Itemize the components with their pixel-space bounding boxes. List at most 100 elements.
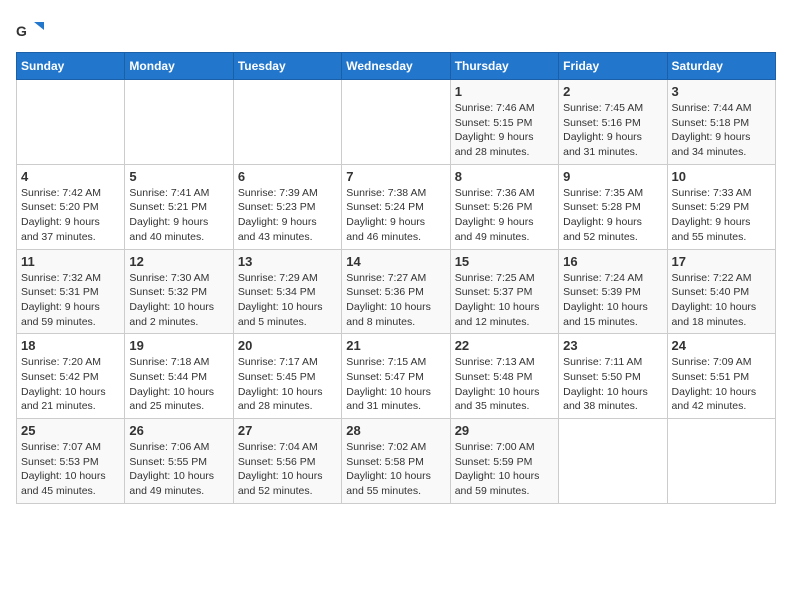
header-day-thursday: Thursday [450, 53, 558, 80]
calendar-cell: 27 Sunrise: 7:04 AM Sunset: 5:56 PM Dayli… [233, 419, 341, 504]
day-number: 17 [672, 254, 771, 269]
logo: G [16, 16, 52, 44]
header-day-friday: Friday [559, 53, 667, 80]
day-info: Sunrise: 7:02 AM Sunset: 5:58 PM Dayligh… [346, 440, 445, 499]
calendar-cell [233, 80, 341, 165]
calendar-cell: 9 Sunrise: 7:35 AM Sunset: 5:28 PM Daylig… [559, 164, 667, 249]
calendar-cell: 17 Sunrise: 7:22 AM Sunset: 5:40 PM Dayli… [667, 249, 775, 334]
calendar-cell: 1Sunrise: 7:46 AM Sunset: 5:15 PM Daylig… [450, 80, 558, 165]
day-number: 9 [563, 169, 662, 184]
header-day-monday: Monday [125, 53, 233, 80]
calendar-cell: 5 Sunrise: 7:41 AM Sunset: 5:21 PM Daylig… [125, 164, 233, 249]
day-number: 16 [563, 254, 662, 269]
day-number: 19 [129, 338, 228, 353]
calendar-cell: 24 Sunrise: 7:09 AM Sunset: 5:51 PM Dayli… [667, 334, 775, 419]
calendar-cell: 26 Sunrise: 7:06 AM Sunset: 5:55 PM Dayli… [125, 419, 233, 504]
calendar-cell: 29Sunrise: 7:00 AM Sunset: 5:59 PM Dayli… [450, 419, 558, 504]
day-number: 5 [129, 169, 228, 184]
calendar-cell: 10 Sunrise: 7:33 AM Sunset: 5:29 PM Dayli… [667, 164, 775, 249]
day-number: 7 [346, 169, 445, 184]
day-number: 26 [129, 423, 228, 438]
calendar-week-row: 11 Sunrise: 7:32 AM Sunset: 5:31 PM Dayli… [17, 249, 776, 334]
day-info: Sunrise: 7:11 AM Sunset: 5:50 PM Dayligh… [563, 355, 662, 414]
calendar-cell: 4Sunrise: 7:42 AM Sunset: 5:20 PM Daylig… [17, 164, 125, 249]
day-info: Sunrise: 7:35 AM Sunset: 5:28 PM Dayligh… [563, 186, 662, 245]
header-day-saturday: Saturday [667, 53, 775, 80]
calendar-cell: 25 Sunrise: 7:07 AM Sunset: 5:53 PM Dayli… [17, 419, 125, 504]
day-info: Sunrise: 7:06 AM Sunset: 5:55 PM Dayligh… [129, 440, 228, 499]
day-info: Sunrise: 7:09 AM Sunset: 5:51 PM Dayligh… [672, 355, 771, 414]
calendar-week-row: 18 Sunrise: 7:20 AM Sunset: 5:42 PM Dayli… [17, 334, 776, 419]
day-info: Sunrise: 7:41 AM Sunset: 5:21 PM Dayligh… [129, 186, 228, 245]
calendar-cell [17, 80, 125, 165]
calendar-cell: 7Sunrise: 7:38 AM Sunset: 5:24 PM Daylig… [342, 164, 450, 249]
header-day-wednesday: Wednesday [342, 53, 450, 80]
calendar-table: SundayMondayTuesdayWednesdayThursdayFrid… [16, 52, 776, 504]
calendar-cell: 18 Sunrise: 7:20 AM Sunset: 5:42 PM Dayli… [17, 334, 125, 419]
calendar-cell [125, 80, 233, 165]
day-info: Sunrise: 7:04 AM Sunset: 5:56 PM Dayligh… [238, 440, 337, 499]
day-number: 6 [238, 169, 337, 184]
calendar-cell [559, 419, 667, 504]
header-day-tuesday: Tuesday [233, 53, 341, 80]
day-info: Sunrise: 7:07 AM Sunset: 5:53 PM Dayligh… [21, 440, 120, 499]
calendar-cell: 21 Sunrise: 7:15 AM Sunset: 5:47 PM Dayli… [342, 334, 450, 419]
day-number: 24 [672, 338, 771, 353]
day-number: 22 [455, 338, 554, 353]
calendar-cell: 11 Sunrise: 7:32 AM Sunset: 5:31 PM Dayli… [17, 249, 125, 334]
calendar-cell: 14 Sunrise: 7:27 AM Sunset: 5:36 PM Dayli… [342, 249, 450, 334]
day-number: 4 [21, 169, 120, 184]
day-info: Sunrise: 7:22 AM Sunset: 5:40 PM Dayligh… [672, 271, 771, 330]
calendar-cell: 6 Sunrise: 7:39 AM Sunset: 5:23 PM Daylig… [233, 164, 341, 249]
day-info: Sunrise: 7:17 AM Sunset: 5:45 PM Dayligh… [238, 355, 337, 414]
header-day-sunday: Sunday [17, 53, 125, 80]
calendar-cell: 16 Sunrise: 7:24 AM Sunset: 5:39 PM Dayli… [559, 249, 667, 334]
day-number: 27 [238, 423, 337, 438]
logo-icon: G [16, 16, 44, 44]
calendar-cell: 15 Sunrise: 7:25 AM Sunset: 5:37 PM Dayli… [450, 249, 558, 334]
calendar-cell: 23 Sunrise: 7:11 AM Sunset: 5:50 PM Dayli… [559, 334, 667, 419]
day-info: Sunrise: 7:25 AM Sunset: 5:37 PM Dayligh… [455, 271, 554, 330]
day-number: 12 [129, 254, 228, 269]
day-number: 11 [21, 254, 120, 269]
day-info: Sunrise: 7:20 AM Sunset: 5:42 PM Dayligh… [21, 355, 120, 414]
calendar-week-row: 4Sunrise: 7:42 AM Sunset: 5:20 PM Daylig… [17, 164, 776, 249]
day-number: 20 [238, 338, 337, 353]
calendar-cell: 12 Sunrise: 7:30 AM Sunset: 5:32 PM Dayli… [125, 249, 233, 334]
day-info: Sunrise: 7:44 AM Sunset: 5:18 PM Dayligh… [672, 101, 771, 160]
day-info: Sunrise: 7:32 AM Sunset: 5:31 PM Dayligh… [21, 271, 120, 330]
calendar-cell: 8 Sunrise: 7:36 AM Sunset: 5:26 PM Daylig… [450, 164, 558, 249]
day-number: 3 [672, 84, 771, 99]
day-info: Sunrise: 7:24 AM Sunset: 5:39 PM Dayligh… [563, 271, 662, 330]
calendar-cell: 3 Sunrise: 7:44 AM Sunset: 5:18 PM Daylig… [667, 80, 775, 165]
day-number: 18 [21, 338, 120, 353]
day-info: Sunrise: 7:30 AM Sunset: 5:32 PM Dayligh… [129, 271, 228, 330]
day-info: Sunrise: 7:29 AM Sunset: 5:34 PM Dayligh… [238, 271, 337, 330]
day-number: 14 [346, 254, 445, 269]
calendar-cell: 2Sunrise: 7:45 AM Sunset: 5:16 PM Daylig… [559, 80, 667, 165]
svg-text:G: G [16, 23, 27, 39]
day-info: Sunrise: 7:27 AM Sunset: 5:36 PM Dayligh… [346, 271, 445, 330]
calendar-cell [667, 419, 775, 504]
day-number: 2 [563, 84, 662, 99]
day-number: 25 [21, 423, 120, 438]
day-number: 1 [455, 84, 554, 99]
day-info: Sunrise: 7:39 AM Sunset: 5:23 PM Dayligh… [238, 186, 337, 245]
day-number: 21 [346, 338, 445, 353]
day-info: Sunrise: 7:36 AM Sunset: 5:26 PM Dayligh… [455, 186, 554, 245]
calendar-cell: 13 Sunrise: 7:29 AM Sunset: 5:34 PM Dayli… [233, 249, 341, 334]
calendar-week-row: 25 Sunrise: 7:07 AM Sunset: 5:53 PM Dayli… [17, 419, 776, 504]
calendar-header-row: SundayMondayTuesdayWednesdayThursdayFrid… [17, 53, 776, 80]
calendar-cell [342, 80, 450, 165]
day-number: 29 [455, 423, 554, 438]
day-number: 13 [238, 254, 337, 269]
day-number: 10 [672, 169, 771, 184]
day-number: 23 [563, 338, 662, 353]
calendar-body: 1Sunrise: 7:46 AM Sunset: 5:15 PM Daylig… [17, 80, 776, 504]
day-info: Sunrise: 7:33 AM Sunset: 5:29 PM Dayligh… [672, 186, 771, 245]
day-number: 8 [455, 169, 554, 184]
day-number: 15 [455, 254, 554, 269]
day-info: Sunrise: 7:15 AM Sunset: 5:47 PM Dayligh… [346, 355, 445, 414]
day-info: Sunrise: 7:13 AM Sunset: 5:48 PM Dayligh… [455, 355, 554, 414]
day-number: 28 [346, 423, 445, 438]
